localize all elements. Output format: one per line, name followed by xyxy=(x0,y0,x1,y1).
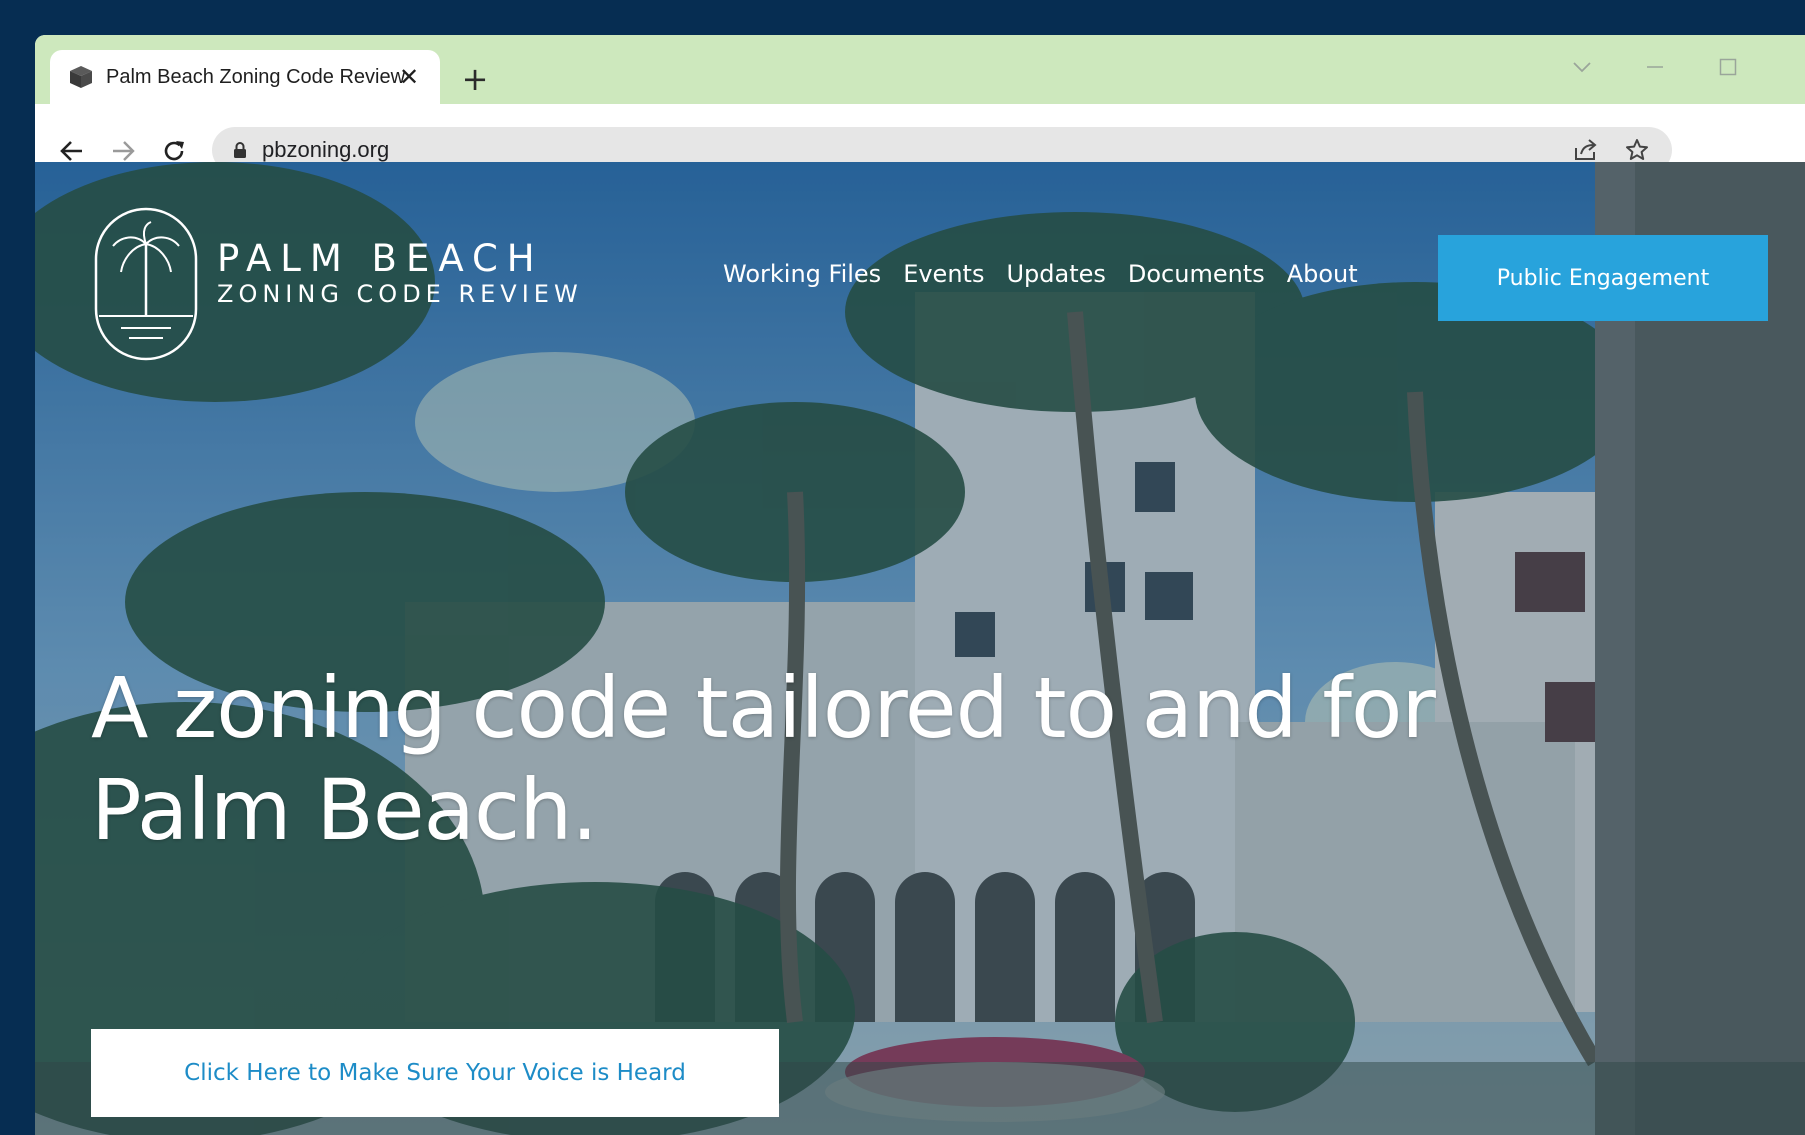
lock-icon[interactable] xyxy=(232,140,248,160)
palm-logo-icon[interactable] xyxy=(91,204,201,364)
nav-item-events[interactable]: Events xyxy=(903,260,984,288)
new-tab-button[interactable]: + xyxy=(457,60,493,98)
hero-line-2: Palm Beach. xyxy=(91,761,598,859)
nav-item-updates[interactable]: Updates xyxy=(1006,260,1105,288)
close-tab-icon[interactable]: ✕ xyxy=(394,62,424,92)
tab-search-icon[interactable] xyxy=(1562,53,1602,81)
brand-title[interactable]: PALM BEACH xyxy=(217,237,544,280)
tab-strip: Palm Beach Zoning Code Review ✕ + xyxy=(35,35,1805,104)
page-viewport: PALM BEACH ZONING CODE REVIEW Working Fi… xyxy=(35,162,1805,1135)
brand-subtitle[interactable]: ZONING CODE REVIEW xyxy=(217,280,583,308)
hero-heading: A zoning code tailored to and for Palm B… xyxy=(91,657,1591,861)
nav-item-about[interactable]: About xyxy=(1287,260,1358,288)
nav-item-documents[interactable]: Documents xyxy=(1128,260,1265,288)
cube-favicon-icon xyxy=(67,63,95,91)
browser-window: Palm Beach Zoning Code Review ✕ + pbzoni… xyxy=(35,35,1805,1135)
public-engagement-button[interactable]: Public Engagement xyxy=(1438,235,1768,321)
tab-title: Palm Beach Zoning Code Review xyxy=(106,65,406,88)
hero-line-1: A zoning code tailored to and for xyxy=(91,659,1436,757)
main-nav: Working Files Events Updates Documents A… xyxy=(723,260,1380,288)
tab-active[interactable]: Palm Beach Zoning Code Review ✕ xyxy=(50,50,440,104)
url-text[interactable]: pbzoning.org xyxy=(262,137,389,163)
maximize-icon[interactable] xyxy=(1708,53,1748,81)
nav-item-working-files[interactable]: Working Files xyxy=(723,260,881,288)
voice-heard-button[interactable]: Click Here to Make Sure Your Voice is He… xyxy=(91,1029,779,1117)
minimize-icon[interactable] xyxy=(1635,53,1675,81)
